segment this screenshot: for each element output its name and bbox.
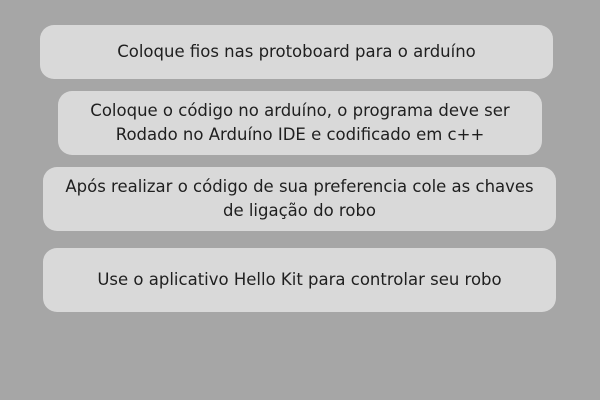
step-line: Coloque fios nas protoboard para o arduí… xyxy=(117,42,476,61)
step-card-3: Após realizar o código de sua preferenci… xyxy=(43,167,556,231)
step-card-2: Coloque o código no arduíno, o programa … xyxy=(58,91,542,155)
step-line: Use o aplicativo Hello Kit para controla… xyxy=(97,270,502,289)
step-card-1: Coloque fios nas protoboard para o arduí… xyxy=(40,25,553,79)
step-line: Após realizar o código de sua preferenci… xyxy=(65,177,534,196)
step-line: Rodado no Arduíno IDE e codificado em c+… xyxy=(115,125,485,144)
step-text: Coloque o código no arduíno, o programa … xyxy=(90,99,509,147)
step-text: Após realizar o código de sua preferenci… xyxy=(65,175,533,223)
step-text: Use o aplicativo Hello Kit para controla… xyxy=(97,268,501,292)
step-card-4: Use o aplicativo Hello Kit para controla… xyxy=(43,248,556,312)
step-line: Coloque o código no arduíno, o programa … xyxy=(90,101,510,120)
step-line: de ligação do robo xyxy=(222,201,377,220)
step-text: Coloque fios nas protoboard para o arduí… xyxy=(117,40,476,64)
